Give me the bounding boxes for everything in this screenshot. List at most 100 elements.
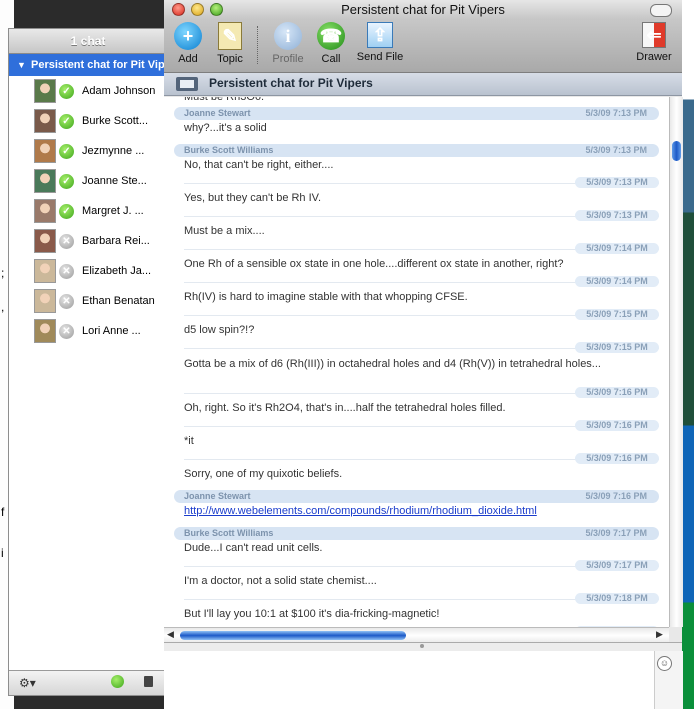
desktop-background-right — [682, 0, 694, 709]
buddy-row[interactable]: ✓ Burke Scott... — [9, 106, 167, 136]
profile-button[interactable]: i Profile — [268, 22, 308, 65]
minimize-window-button[interactable] — [191, 3, 204, 16]
zoom-window-button[interactable] — [210, 3, 223, 16]
add-label: Add — [178, 53, 198, 65]
offline-status-icon: ✕ — [59, 233, 74, 249]
topic-button[interactable]: ✎ Topic — [213, 22, 247, 65]
message-text: But I'll lay you 10:1 at $100 it's dia-f… — [184, 608, 440, 620]
buddy-row[interactable]: ✕ Ethan Benatan — [9, 286, 167, 316]
buddy-name: Margret J. ... — [82, 205, 144, 217]
buddy-name: Ethan Benatan — [82, 295, 155, 307]
message-text: Oh, right. So it's Rh2O4, that's in....h… — [184, 402, 506, 414]
horizontal-scroll-thumb[interactable] — [180, 631, 406, 640]
buddy-list-window: 1 chat ▼ Persistent chat for Pit Vipers ✓… — [8, 28, 168, 696]
send-file-button[interactable]: ⇪ Send File — [354, 22, 406, 63]
buddy-name: Lori Anne ... — [82, 325, 141, 337]
avatar — [34, 229, 56, 253]
avatar — [34, 289, 56, 313]
available-status-icon: ✓ — [59, 113, 74, 129]
buddy-row[interactable]: ✓ Jezmynne ... — [9, 136, 167, 166]
add-button[interactable]: + Add — [173, 22, 203, 65]
scroll-left-arrow-icon[interactable]: ◀ — [167, 629, 174, 640]
message-sender-header: Joanne Stewart 5/3/09 7:16 PM — [174, 490, 659, 503]
message-input[interactable] — [164, 651, 654, 709]
buddy-row[interactable]: ✕ Lori Anne ... — [9, 316, 167, 346]
message-sender-header: Joanne Stewart 5/3/09 7:13 PM — [174, 107, 659, 120]
avatar — [34, 199, 56, 223]
info-icon: i — [274, 22, 302, 50]
chat-header: Persistent chat for Pit Vipers — [164, 73, 682, 96]
buddy-row[interactable]: ✓ Margret J. ... — [9, 196, 167, 226]
message-sender-header: Burke Scott Williams 5/3/09 7:17 PM — [174, 527, 659, 540]
message-timestamp: 5/3/09 7:14 PM — [575, 243, 659, 254]
chat-toolbar: + Add ✎ Topic i Profile ☎ Call ⇪ Send Fi… — [164, 20, 682, 73]
buddy-row[interactable]: ✕ Barbara Rei... — [9, 226, 167, 256]
message-divider: 5/3/09 7:18 PM — [164, 593, 669, 606]
sender-name: Burke Scott Williams — [184, 528, 274, 538]
buddy-list-header: 1 chat — [9, 29, 167, 54]
message-divider: 5/3/09 7:13 PM — [164, 210, 669, 223]
sender-name: Joanne Stewart — [184, 108, 251, 118]
message-divider: 5/3/09 7:13 PM — [164, 177, 669, 190]
message-sender-header: Burke Scott Williams 5/3/09 7:13 PM — [174, 144, 659, 157]
message-text: Must be a mix.... — [184, 225, 265, 237]
message-text: Yes, but they can't be Rh IV. — [184, 192, 322, 204]
message-text: No, that can't be right, either.... — [184, 159, 334, 171]
call-label: Call — [321, 53, 341, 65]
message-list: Joanne Stewart 5/3/09 7:13 PM why?...it's … — [164, 107, 669, 627]
offline-status-icon: ✕ — [59, 263, 74, 279]
sender-name: Burke Scott Williams — [184, 145, 274, 155]
message-text: I'm a doctor, not a solid state chemist.… — [184, 575, 377, 587]
emoticon-menu-icon[interactable]: ☺ — [657, 656, 672, 671]
buddy-name: Jezmynne ... — [82, 145, 145, 157]
send-file-icon: ⇪ — [367, 22, 393, 48]
message-timestamp: 5/3/09 7:16 PM — [575, 387, 659, 398]
buddy-name: Elizabeth Ja... — [82, 265, 152, 277]
message-timestamp: 5/3/09 7:13 PM — [585, 145, 647, 155]
message-timestamp: 5/3/09 7:16 PM — [575, 453, 659, 464]
vertical-scroll-thumb[interactable] — [672, 141, 681, 161]
message-text: d5 low spin?!? — [184, 324, 255, 336]
call-button[interactable]: ☎ Call — [316, 22, 346, 65]
buddy-name: Adam Johnson — [82, 85, 156, 97]
close-window-button[interactable] — [172, 3, 185, 16]
chat-group-row[interactable]: ▼ Persistent chat for Pit Vipers — [9, 54, 167, 76]
message-timestamp: 5/3/09 7:15 PM — [575, 342, 659, 353]
message-link[interactable]: http://www.webelements.com/compounds/rho… — [184, 505, 537, 517]
buddy-row[interactable]: ✓ Joanne Ste... — [9, 166, 167, 196]
message-divider: 5/3/09 7:16 PM — [164, 420, 669, 433]
toolbar-toggle-button[interactable] — [650, 4, 672, 17]
avatar — [34, 169, 56, 193]
topic-notepad-icon: ✎ — [218, 22, 242, 50]
buddy-row[interactable]: ✓ Adam Johnson — [9, 76, 167, 106]
splitter-grip-icon — [420, 644, 424, 648]
buddy-row[interactable]: ✕ Elizabeth Ja... — [9, 256, 167, 286]
message-divider: 5/3/09 7:14 PM — [164, 276, 669, 289]
sender-name: Joanne Stewart — [184, 491, 251, 501]
avatar — [34, 259, 56, 283]
disclosure-triangle-icon[interactable]: ▼ — [17, 54, 31, 76]
scroll-right-arrow-icon[interactable]: ▶ — [656, 629, 663, 640]
message-timestamp: 5/3/09 7:17 PM — [575, 560, 659, 571]
chat-header-title: Persistent chat for Pit Vipers — [209, 76, 373, 90]
transcript-vertical-scrollbar[interactable] — [669, 97, 683, 627]
buddy-name: Burke Scott... — [82, 115, 149, 127]
chat-window: Persistent chat for Pit Vipers + Add ✎ T… — [164, 0, 683, 709]
transcript-horizontal-scrollbar[interactable]: ◀ ▶ — [164, 627, 669, 643]
drawer-button[interactable]: ⇐ Drawer — [634, 22, 674, 63]
chat-transcript[interactable]: Must be Rh3O6. Joanne Stewart 5/3/09 7:13… — [164, 97, 669, 627]
available-status-icon: ✓ — [59, 83, 74, 99]
message-text: Sorry, one of my quixotic beliefs. — [184, 468, 343, 480]
message-timestamp: 5/3/09 7:16 PM — [575, 420, 659, 431]
avatar — [34, 109, 56, 133]
message-timestamp: 5/3/09 7:16 PM — [585, 491, 647, 501]
buddy-rows: ✓ Adam Johnson ✓ Burke Scott... ✓ Jezmynne ..… — [9, 76, 167, 346]
message-divider: 5/3/09 7:15 PM — [164, 342, 669, 355]
book-icon — [176, 77, 198, 91]
buddy-name: Joanne Ste... — [82, 175, 147, 187]
topic-label: Topic — [217, 53, 243, 65]
gear-menu-icon[interactable]: ⚙▾ — [19, 676, 36, 690]
message-text: why?...it's a solid — [184, 122, 267, 134]
chat-titlebar: Persistent chat for Pit Vipers — [164, 0, 682, 20]
status-menu-icon[interactable] — [111, 675, 124, 688]
